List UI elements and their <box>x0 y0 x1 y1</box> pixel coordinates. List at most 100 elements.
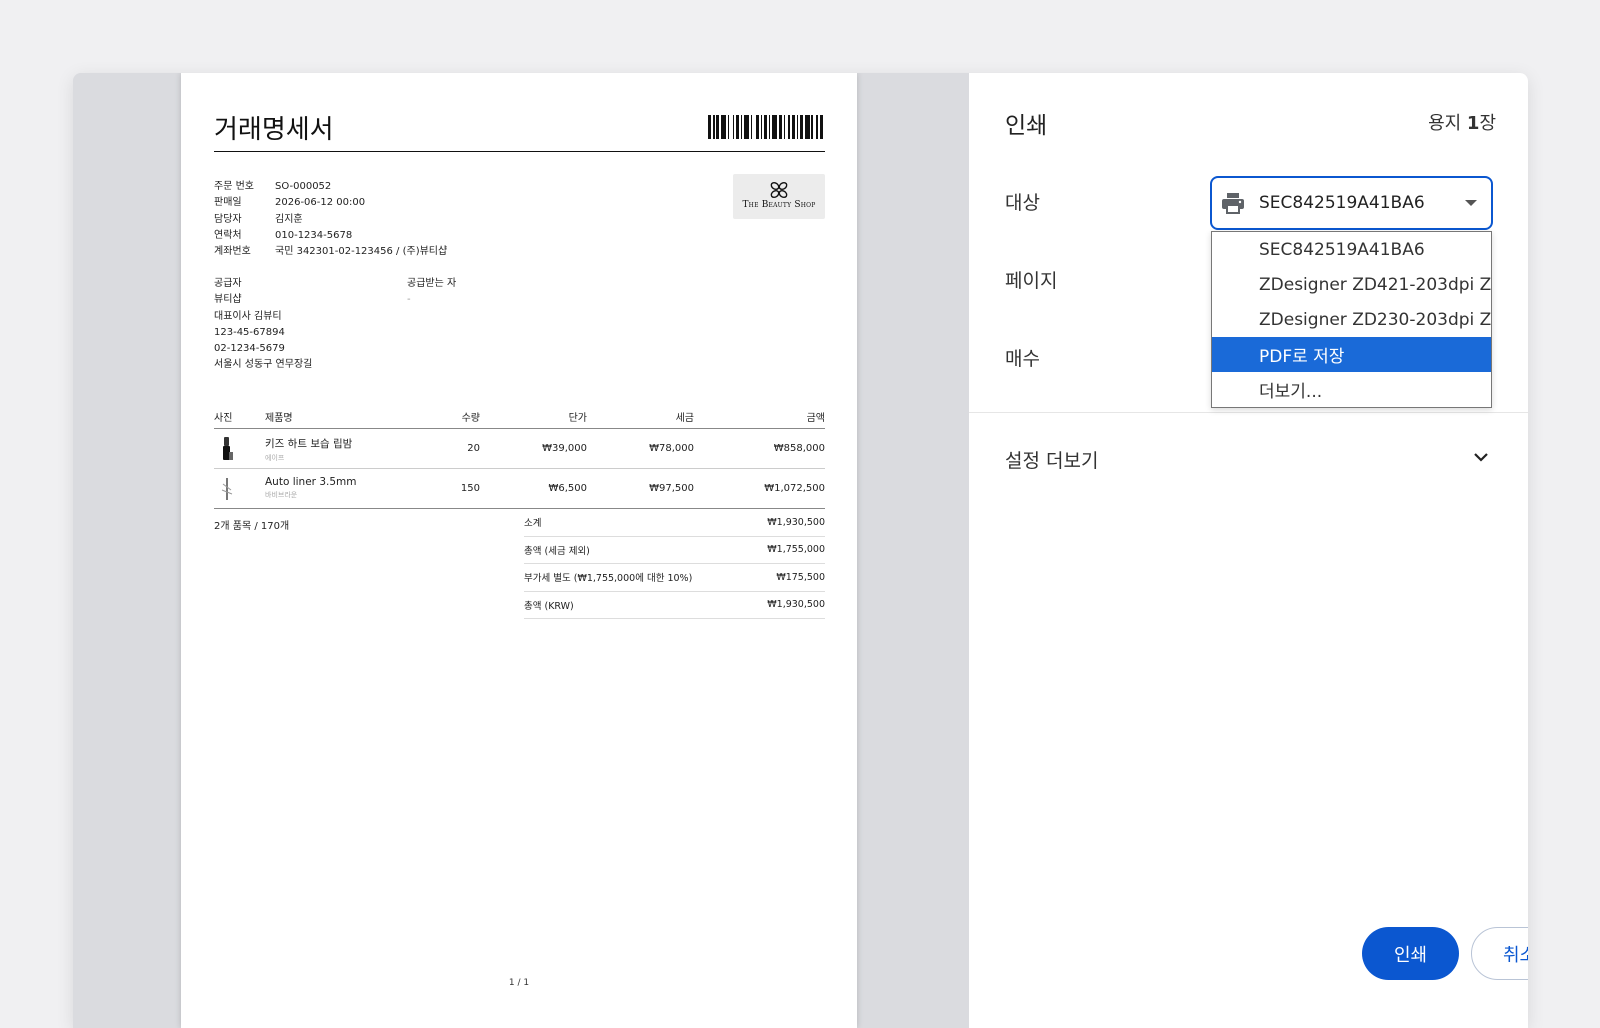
item-amount: ₩1,072,500 <box>764 483 825 494</box>
items-table-header: 사진 제품명 수량 단가 세금 금액 <box>214 405 825 429</box>
meta-key: 계좌번호 <box>214 246 251 258</box>
totals-label: 부가세 별도 (₩1,755,000에 대한 10%) <box>524 573 693 585</box>
meta-key: 주문 번호 <box>214 181 254 192</box>
supplier-heading: 공급자 <box>214 278 242 289</box>
sheet-suffix: 장 <box>1479 113 1496 134</box>
totals-label: 소계 <box>524 518 542 530</box>
item-amount: ₩858,000 <box>773 443 825 454</box>
destination-value: SEC842519A41BA6 <box>1259 193 1425 213</box>
col-amount: 금액 <box>806 413 825 424</box>
meta-value: 010-1234-5678 <box>275 229 353 241</box>
product-cell: 키즈 하트 보습 립밤 에이프 <box>265 436 352 463</box>
item-price: ₩6,500 <box>548 483 587 494</box>
table-row: 키즈 하트 보습 립밤 에이프 20 ₩39,000 ₩78,000 ₩858,… <box>214 429 825 469</box>
totals-value: ₩1,930,500 <box>767 599 825 611</box>
supplier-block: 공급자 뷰티샵 대표이사 김뷰티 123-45-67894 02-1234-56… <box>214 276 312 374</box>
col-qty: 수량 <box>461 413 480 424</box>
lip-balm-thumbnail-icon <box>223 437 233 460</box>
destination-dropdown: SEC842519A41BA6 ZDesigner ZD421-203dpi Z… <box>1211 231 1492 408</box>
item-qty: 150 <box>460 483 480 494</box>
item-price: ₩39,000 <box>542 443 587 454</box>
meta-contact: 연락처 010-1234-5678 <box>214 228 447 244</box>
meta-account: 계좌번호 국민 342301-02-123456 / (주)뷰티샵 <box>214 244 447 260</box>
panel-title: 인쇄 <box>1005 113 1048 139</box>
preview-page: 거래명세서 주문 번호 SO-000052 판매일 2026-06-12 00:… <box>181 73 857 1028</box>
supplier-line: 서울시 성동구 연무장길 <box>214 359 313 371</box>
product-cell: Auto liner 3.5mm 바비브라운 <box>265 476 356 500</box>
buyer-value: - <box>407 294 411 306</box>
page-number: 1 / 1 <box>508 978 530 988</box>
title-divider <box>214 151 825 152</box>
totals-label: 총액 (KRW) <box>524 600 574 612</box>
meta-sale-date: 판매일 2026-06-12 00:00 <box>214 195 447 211</box>
order-meta: 주문 번호 SO-000052 판매일 2026-06-12 00:00 담당자… <box>214 179 447 260</box>
liner-thumbnail-icon <box>221 478 233 500</box>
destination-select[interactable]: SEC842519A41BA6 <box>1210 176 1493 230</box>
meta-value: 2026-06-12 00:00 <box>275 197 366 209</box>
meta-manager: 담당자 김지훈 <box>214 212 447 228</box>
print-settings-panel: 인쇄 용지 1장 대상 페이지 매수 SEC842519A41BA6 SEC84… <box>969 73 1528 1028</box>
buyer-heading: 공급받는 자 <box>407 278 457 289</box>
panel-divider <box>969 412 1528 413</box>
copies-label: 매수 <box>1005 348 1040 370</box>
totals-label: 총액 (세금 제외) <box>524 545 590 557</box>
dropdown-option[interactable]: ZDesigner ZD230-203dpi ZPL <box>1212 302 1491 337</box>
cancel-button[interactable]: 취소 <box>1471 927 1528 980</box>
supplier-line: 대표이사 김뷰티 <box>214 310 282 322</box>
meta-value: 국민 342301-02-123456 / (주)뷰티샵 <box>275 246 448 258</box>
items-table: 사진 제품명 수량 단가 세금 금액 키즈 하트 보습 립밤 에이프 20 ₩3… <box>214 405 825 509</box>
barcode <box>708 115 825 139</box>
col-name: 제품명 <box>265 413 293 424</box>
col-price: 단가 <box>568 413 587 424</box>
meta-key: 판매일 <box>214 197 242 209</box>
totals-value: ₩1,755,000 <box>767 544 825 556</box>
product-variant: 에이프 <box>265 454 285 462</box>
sheet-count: 용지 1장 <box>1428 109 1496 135</box>
dropdown-option[interactable]: SEC842519A41BA6 <box>1212 232 1491 267</box>
shop-logo: The Beauty Shop <box>733 174 825 219</box>
buyer-block: 공급받는 자 - <box>407 276 456 309</box>
more-settings-toggle[interactable]: 설정 더보기 <box>1005 446 1098 473</box>
meta-key: 연락처 <box>214 229 242 241</box>
logo-text: The Beauty Shop <box>742 200 816 210</box>
supplier-line: 뷰티샵 <box>214 294 242 306</box>
print-preview-area[interactable]: 거래명세서 주문 번호 SO-000052 판매일 2026-06-12 00:… <box>73 73 969 1028</box>
sheet-prefix: 용지 <box>1428 113 1467 134</box>
document-title: 거래명세서 <box>214 115 334 145</box>
dropdown-option[interactable]: 더보기... <box>1212 372 1491 407</box>
meta-key: 담당자 <box>214 213 242 225</box>
product-variant: 바비브라운 <box>265 491 298 499</box>
totals-row: 부가세 별도 (₩1,755,000에 대한 10%) ₩175,500 <box>524 564 825 592</box>
summary-count: 2개 품목 / 170개 <box>214 521 290 532</box>
meta-value: 김지훈 <box>275 213 303 225</box>
totals-row: 총액 (세금 제외) ₩1,755,000 <box>524 537 825 564</box>
print-button[interactable]: 인쇄 <box>1362 927 1459 980</box>
meta-order-number: 주문 번호 SO-000052 <box>214 179 447 195</box>
meta-value: SO-000052 <box>275 181 332 192</box>
totals-row: 총액 (KRW) ₩1,930,500 <box>524 592 825 619</box>
totals-value: ₩175,500 <box>776 571 825 583</box>
flower-logo-icon <box>770 181 788 199</box>
totals-row: 소계 ₩1,930,500 <box>524 509 825 537</box>
item-qty: 20 <box>467 443 480 454</box>
dropdown-option-highlighted[interactable]: PDF로 저장 <box>1212 337 1491 372</box>
chevron-down-icon[interactable] <box>1472 451 1490 463</box>
col-tax: 세금 <box>675 413 694 424</box>
totals-table: 소계 ₩1,930,500 총액 (세금 제외) ₩1,755,000 부가세 … <box>524 509 825 619</box>
pages-label: 페이지 <box>1005 270 1058 292</box>
supplier-line: 02-1234-5679 <box>214 343 285 355</box>
item-tax: ₩97,500 <box>649 483 694 494</box>
item-tax: ₩78,000 <box>649 443 694 454</box>
barcode-bar <box>823 115 825 139</box>
dropdown-option[interactable]: ZDesigner ZD421-203dpi ZPL <box>1212 267 1491 302</box>
printer-icon <box>1222 193 1244 214</box>
product-name: Auto liner 3.5mm <box>265 476 357 488</box>
totals-value: ₩1,930,500 <box>767 516 825 528</box>
product-name: 키즈 하트 보습 립밤 <box>265 438 353 450</box>
destination-label: 대상 <box>1005 192 1040 214</box>
sheet-number: 1 <box>1466 113 1480 134</box>
supplier-line: 123-45-67894 <box>214 326 285 338</box>
col-photo: 사진 <box>214 413 233 424</box>
caret-down-icon <box>1465 200 1477 206</box>
print-dialog: 거래명세서 주문 번호 SO-000052 판매일 2026-06-12 00:… <box>73 73 1528 1028</box>
